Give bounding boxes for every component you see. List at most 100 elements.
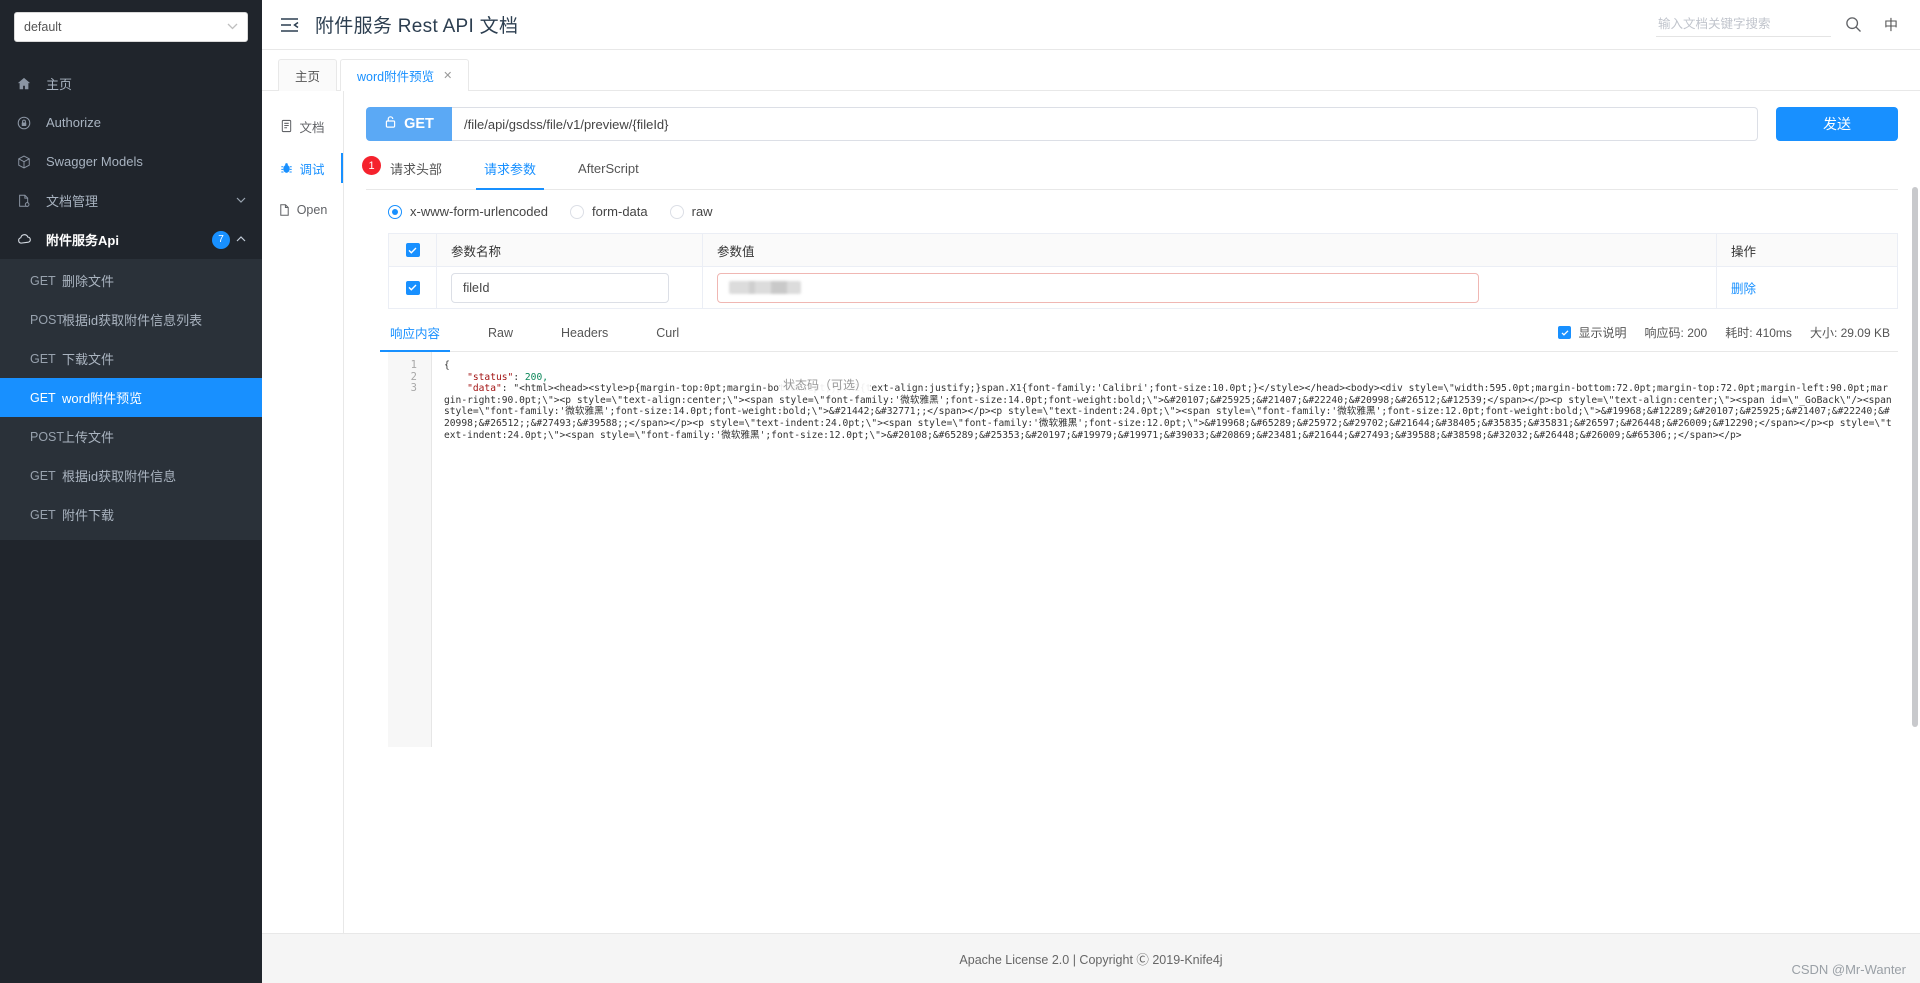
endpoint-name: 上传文件 (62, 430, 115, 445)
tab-label: 响应内容 (390, 327, 441, 341)
show-description-toggle[interactable]: 显示说明 (1558, 324, 1627, 341)
tab-home[interactable]: 主页 (278, 59, 338, 91)
show-description-label: 显示说明 (1578, 326, 1627, 340)
chevron-down-icon[interactable] (236, 195, 246, 206)
select-all-checkbox[interactable] (405, 243, 420, 257)
group-select[interactable]: default (14, 12, 248, 42)
watermark: CSDN @Mr-Wanter (1791, 962, 1906, 977)
endpoint-name: 下载文件 (62, 352, 115, 367)
table-header-row: 参数名称 参数值 操作 (389, 234, 1897, 267)
code-key-status: "status" (467, 371, 514, 383)
row-action-cell: 删除 (1717, 267, 1897, 309)
radio-label: raw (691, 204, 713, 219)
chevron-down-icon (227, 22, 238, 33)
radio-form-data[interactable]: form-data (569, 204, 648, 219)
sub-nav: 文档 调试 Open (262, 91, 344, 933)
tab-label: 请求参数 (484, 162, 537, 177)
tab-request-headers[interactable]: 1 请求头部 (362, 156, 444, 189)
size-label: 大小: (1809, 326, 1838, 340)
endpoint-method: GET (30, 468, 56, 483)
sidebar-nav: 主页 Authorize Swagger Models 文档管理 附件服务Api… (0, 64, 262, 259)
tab-afterscript[interactable]: AfterScript (576, 161, 641, 187)
elapsed-group: 耗时: 410ms (1725, 324, 1792, 341)
size-value: 29.09 KB (1840, 326, 1890, 340)
response-code-viewer[interactable]: 1 2 3 { "status": 200, "data": "<html><h… (388, 352, 1898, 747)
code-key-data: "data" (467, 383, 502, 395)
radio-raw[interactable]: raw (669, 204, 713, 219)
endpoint-method: GET (30, 507, 56, 522)
cube-icon (17, 155, 37, 169)
menu-fold-icon[interactable] (280, 17, 299, 33)
radio-label: x-www-form-urlencoded (410, 204, 548, 219)
code-line-1: { (444, 360, 450, 371)
search-input[interactable] (1656, 12, 1831, 37)
sidebar-item-authorize[interactable]: Authorize (0, 103, 262, 142)
endpoint-name: 根据id获取附件信息 (62, 469, 177, 484)
url-input[interactable] (452, 107, 1758, 141)
vertical-scrollbar[interactable] (1912, 187, 1918, 727)
redacted-value (729, 281, 801, 294)
sidebar-item-home[interactable]: 主页 (0, 64, 262, 103)
delete-row-button[interactable]: 删除 (1731, 278, 1756, 297)
endpoint-method: POST (30, 429, 65, 444)
table-row: 删除 (389, 267, 1897, 309)
tab-request-params[interactable]: 请求参数 (476, 159, 545, 190)
sidebar-item-label: 主页 (46, 77, 73, 92)
endpoint-delete-file[interactable]: GET 删除文件 (0, 261, 262, 300)
endpoint-attachment-download[interactable]: GET 附件下载 (0, 495, 262, 534)
lock-icon (17, 116, 37, 130)
footer: Apache License 2.0 | Copyright Ⓒ 2019-Kn… (262, 933, 1920, 983)
sidebar-item-attachment-api[interactable]: 附件服务Api 7 (0, 220, 262, 259)
topbar: 附件服务 Rest API 文档 中 (262, 0, 1920, 50)
endpoint-name: 删除文件 (62, 274, 115, 289)
radio-dot-icon (388, 204, 402, 219)
radio-dot-icon (569, 204, 584, 219)
sub-nav-item-debug[interactable]: 调试 (262, 147, 343, 189)
footer-text: Apache License 2.0 | Copyright Ⓒ 2019-Kn… (959, 953, 1223, 967)
code-gutter: 1 2 3 (388, 352, 432, 747)
line-number: 3 (410, 382, 417, 395)
sub-nav-item-open[interactable]: Open (262, 189, 343, 231)
radio-urlencoded[interactable]: x-www-form-urlencoded (388, 204, 548, 219)
caret-up-icon[interactable] (236, 234, 246, 245)
debug-panel: GET 发送 1 请求头部 请求参数 AfterScript (344, 91, 1920, 933)
header-count-badge: 1 (362, 156, 381, 175)
size-group: 大小: 29.09 KB (1810, 324, 1890, 341)
tab-label: Raw (488, 325, 514, 340)
search-icon[interactable] (1845, 16, 1862, 33)
radio-dot-icon (669, 204, 684, 219)
endpoint-list-by-id[interactable]: POST 根据id获取附件信息列表 (0, 300, 262, 339)
endpoint-method: GET (30, 390, 56, 405)
document-settings-icon (17, 194, 37, 208)
param-name-input[interactable] (451, 272, 669, 303)
group-select-wrap: default (0, 0, 262, 42)
tab-curl[interactable]: Curl (654, 326, 681, 349)
status-code-label: 响应码: (1644, 326, 1684, 340)
sidebar-item-swagger-models[interactable]: Swagger Models (0, 142, 262, 181)
endpoint-upload-file[interactable]: POST 上传文件 (0, 417, 262, 456)
tab-headers[interactable]: Headers (559, 326, 610, 349)
radio-label: form-data (591, 204, 648, 219)
endpoint-word-preview[interactable]: GET word附件预览 (0, 378, 262, 417)
endpoint-info-by-id[interactable]: GET 根据id获取附件信息 (0, 456, 262, 495)
tab-raw[interactable]: Raw (486, 326, 515, 349)
tab-label: Headers (561, 325, 609, 340)
endpoint-method: GET (30, 351, 56, 366)
tab-word-preview[interactable]: word附件预览 ✕ (340, 59, 470, 91)
header-param-value: 参数值 (703, 234, 1717, 267)
sidebar-item-doc-management[interactable]: 文档管理 (0, 181, 262, 220)
tab-response-content[interactable]: 响应内容 (379, 323, 451, 352)
send-button[interactable]: 发送 (1776, 107, 1898, 141)
show-description-checkbox[interactable] (1558, 326, 1572, 339)
param-value-input[interactable] (717, 272, 1479, 303)
request-tabs: 1 请求头部 请求参数 AfterScript (362, 156, 1898, 190)
row-checkbox[interactable] (405, 280, 420, 295)
tab-label: Curl (656, 325, 680, 340)
home-icon (17, 77, 37, 91)
line-number: 1 (410, 359, 417, 371)
close-icon[interactable]: ✕ (443, 69, 452, 82)
sub-nav-item-doc[interactable]: 文档 (262, 105, 343, 147)
api-count-badge: 7 (212, 230, 230, 249)
language-toggle[interactable]: 中 (1884, 15, 1898, 35)
endpoint-download-file[interactable]: GET 下载文件 (0, 339, 262, 378)
